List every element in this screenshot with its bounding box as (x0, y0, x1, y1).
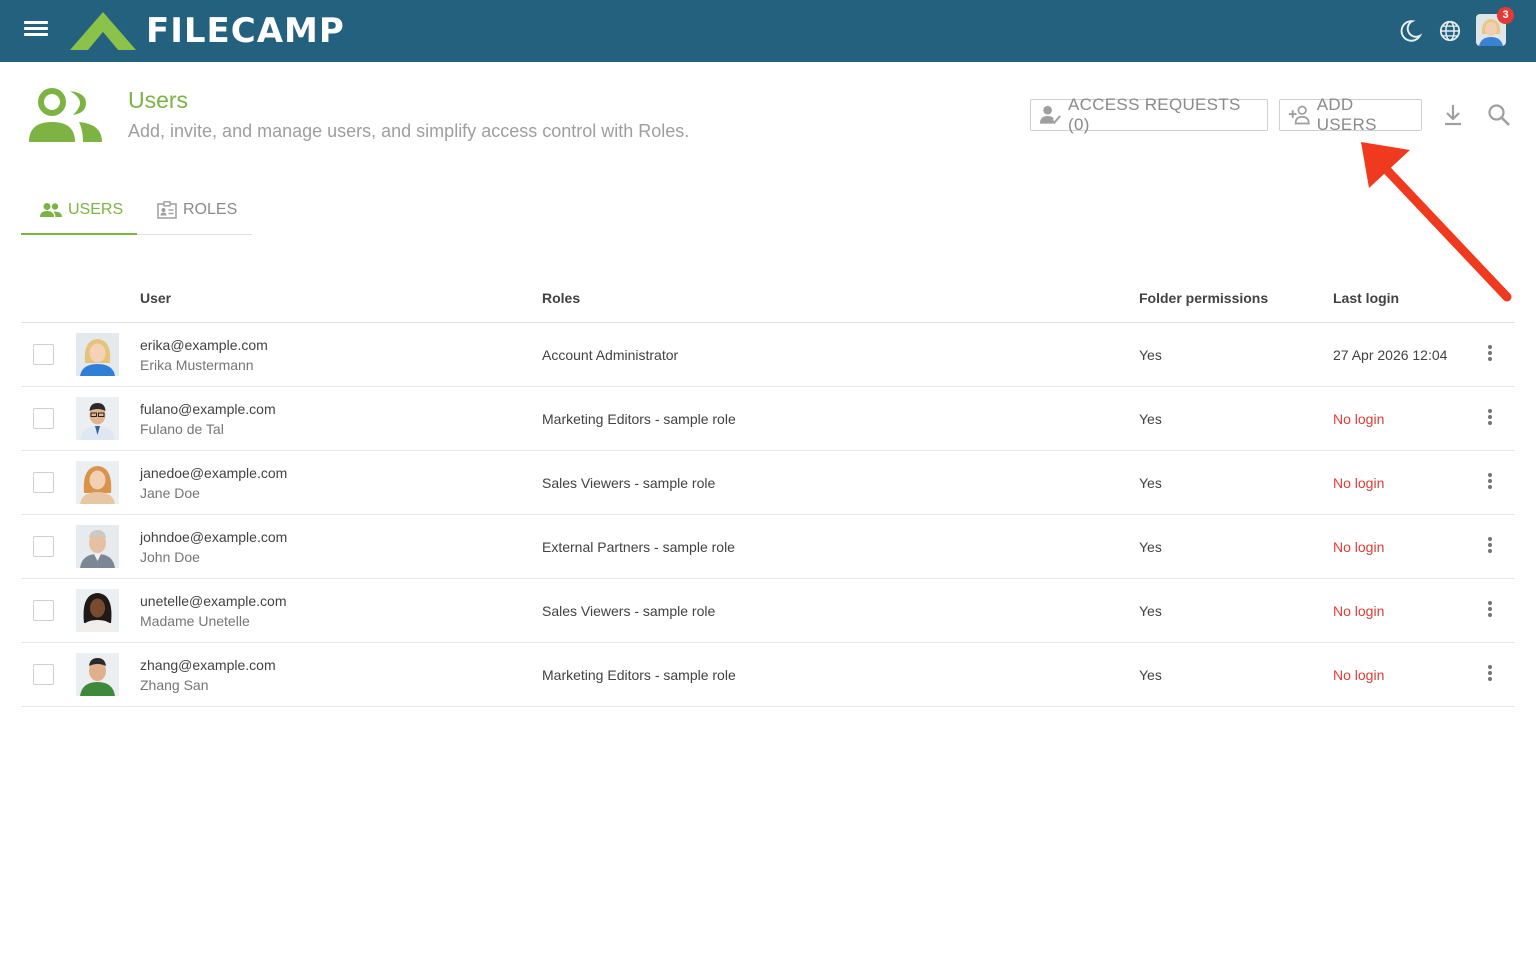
column-header-user[interactable]: User (140, 290, 171, 306)
search-icon[interactable] (1485, 101, 1513, 129)
row-checkbox[interactable] (33, 344, 54, 365)
table-row[interactable]: fulano@example.com Fulano de Tal Marketi… (21, 387, 1515, 451)
tab-roles[interactable]: ROLES (157, 186, 252, 234)
folder-permissions-value: Yes (1139, 603, 1162, 619)
access-requests-button[interactable]: ACCESS REQUESTS (0) (1030, 95, 1268, 134)
last-login-value: No login (1333, 603, 1385, 619)
notification-badge: 3 (1497, 7, 1514, 24)
tab-users[interactable]: USERS (21, 186, 137, 235)
row-more-options-icon[interactable] (1482, 471, 1498, 495)
folder-permissions-value: Yes (1139, 411, 1162, 427)
row-checkbox[interactable] (33, 536, 54, 557)
man-glasses-avatar (76, 397, 119, 440)
last-login-value: 27 Apr 2026 12:04 (1333, 347, 1448, 363)
table-row[interactable]: unetelle@example.com Madame Unetelle Sal… (21, 579, 1515, 643)
tab-roles-label: ROLES (183, 201, 238, 218)
column-header-roles[interactable]: Roles (542, 290, 580, 306)
download-icon[interactable] (1439, 101, 1467, 129)
add-users-label: ADD USERS (1316, 95, 1377, 134)
man-green-shirt-avatar (76, 653, 119, 696)
table-row[interactable]: johndoe@example.com John Doe External Pa… (21, 515, 1515, 579)
user-name: Zhang San (140, 677, 209, 693)
dark-mode-moon-icon[interactable] (1397, 18, 1423, 44)
user-email: janedoe@example.com (140, 465, 288, 481)
language-globe-icon[interactable] (1437, 18, 1463, 44)
user-email: zhang@example.com (140, 657, 276, 673)
last-login-value: No login (1333, 539, 1385, 555)
user-role: Sales Viewers - sample role (542, 475, 716, 491)
filecamp-logo[interactable]: FILECAMP (68, 8, 345, 54)
user-email: erika@example.com (140, 337, 268, 353)
logo-text: FILECAMP (146, 11, 345, 51)
user-name: John Doe (140, 549, 200, 565)
redhead-woman-avatar (76, 461, 119, 504)
top-app-bar: FILECAMP 3 (0, 0, 1536, 62)
table-row[interactable]: erika@example.com Erika Mustermann Accou… (21, 323, 1515, 387)
page-subtitle: Add, invite, and manage users, and simpl… (128, 121, 690, 141)
row-more-options-icon[interactable] (1482, 663, 1498, 687)
column-header-folder-permissions[interactable]: Folder permissions (1139, 290, 1268, 306)
user-email: fulano@example.com (140, 401, 276, 417)
row-more-options-icon[interactable] (1482, 407, 1498, 431)
folder-permissions-value: Yes (1139, 347, 1162, 363)
user-name: Fulano de Tal (140, 421, 224, 437)
last-login-value: No login (1333, 667, 1385, 683)
user-role: Account Administrator (542, 347, 679, 363)
annotation-arrow-icon (1361, 142, 1512, 302)
users-tab-icon (40, 202, 62, 217)
folder-permissions-value: Yes (1139, 667, 1162, 683)
tab-bar: USERS ROLES (21, 186, 252, 235)
user-email: johndoe@example.com (140, 529, 288, 545)
user-role: External Partners - sample role (542, 539, 735, 555)
blonde-woman-avatar (76, 333, 119, 376)
table-row[interactable]: janedoe@example.com Jane Doe Sales Viewe… (21, 451, 1515, 515)
row-checkbox[interactable] (33, 472, 54, 493)
add-user-icon (1288, 105, 1310, 125)
dark-hair-woman-avatar (76, 589, 119, 632)
hamburger-menu-icon[interactable] (22, 18, 52, 44)
user-name: Madame Unetelle (140, 613, 250, 629)
last-login-value: No login (1333, 475, 1385, 491)
user-role: Marketing Editors - sample role (542, 667, 736, 683)
row-more-options-icon[interactable] (1482, 343, 1498, 367)
user-role: Sales Viewers - sample role (542, 603, 716, 619)
add-users-button[interactable]: ADD USERS (1279, 95, 1422, 134)
folder-permissions-value: Yes (1139, 475, 1162, 491)
user-name: Erika Mustermann (140, 357, 254, 373)
tab-users-label: USERS (68, 200, 124, 218)
users-group-icon (29, 88, 102, 142)
older-man-avatar (76, 525, 119, 568)
page-title: Users (128, 87, 189, 113)
roles-badge-icon (157, 201, 177, 219)
row-more-options-icon[interactable] (1482, 599, 1498, 623)
user-role: Marketing Editors - sample role (542, 411, 736, 427)
user-email: unetelle@example.com (140, 593, 287, 609)
user-check-icon (1039, 105, 1061, 125)
row-checkbox[interactable] (33, 664, 54, 685)
logo-mountain-icon (70, 12, 136, 50)
table-row[interactable]: zhang@example.com Zhang San Marketing Ed… (21, 643, 1515, 707)
row-more-options-icon[interactable] (1482, 535, 1498, 559)
folder-permissions-value: Yes (1139, 539, 1162, 555)
last-login-value: No login (1333, 411, 1385, 427)
access-requests-label: ACCESS REQUESTS (0) (1068, 95, 1241, 134)
user-name: Jane Doe (140, 485, 200, 501)
row-checkbox[interactable] (33, 408, 54, 429)
row-checkbox[interactable] (33, 600, 54, 621)
